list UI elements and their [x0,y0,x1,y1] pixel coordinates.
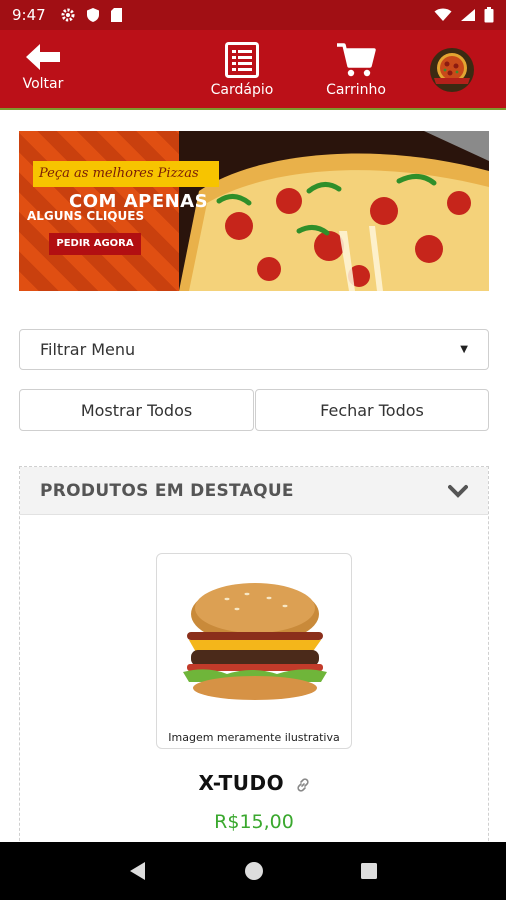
shopping-cart-icon [337,43,376,77]
link-icon [296,777,309,792]
order-now-button[interactable]: PEDIR AGORA [49,233,141,255]
promo-banner[interactable]: Peça as melhores Pizzas COM APENAS ALGUN… [19,131,489,291]
burger-image [183,583,327,700]
image-caption: Imagem meramente ilustrativa [168,731,340,744]
menu-list-icon [225,42,259,78]
filter-menu-value: Filtrar Menu [40,340,136,359]
battery-icon [484,7,494,23]
status-icons-left [60,7,123,23]
featured-products-title: PRODUTOS EM DESTAQUE [40,480,294,501]
filter-menu-select[interactable]: Filtrar Menu ▼ [19,329,489,370]
banner-tagline: ALGUNS CLIQUES [27,209,145,223]
pizzeria-logo [430,48,474,92]
recents-square-icon[interactable] [359,861,379,881]
dropdown-caret-icon: ▼ [460,344,468,355]
product-name[interactable]: X-TUDO [20,771,488,795]
menu-button[interactable]: Cardápio [208,42,276,98]
banner-headline: Peça as melhores Pizzas [33,161,219,187]
arrow-left-icon [26,44,60,70]
cart-button[interactable]: Carrinho [326,42,386,98]
settings-icon [61,8,75,22]
chevron-down-icon[interactable] [448,484,468,498]
status-bar: 9:47 [0,0,506,30]
close-all-button[interactable]: Fechar Todos [255,389,489,431]
app-header: Voltar Cardápio Carrinho [0,30,506,110]
signal-icon [461,9,475,21]
back-triangle-icon[interactable] [127,860,149,882]
product-price: R$15,00 [214,811,294,833]
home-circle-icon[interactable] [243,860,265,882]
pizza-illustration [179,131,489,291]
system-navigation-bar [0,842,506,900]
shield-icon [86,8,99,22]
menu-label: Cardápio [210,82,274,98]
featured-products-header[interactable]: PRODUTOS EM DESTAQUE [20,467,488,515]
featured-products-panel: PRODUTOS EM DESTAQUE Imagem meramente il… [19,466,489,866]
status-time: 9:47 [12,6,46,24]
cart-label: Carrinho [326,82,386,98]
wifi-icon [434,8,452,21]
product-image-card[interactable]: Imagem meramente ilustrativa [156,553,352,749]
show-all-button[interactable]: Mostrar Todos [19,389,254,431]
product-name-text: X-TUDO [198,771,285,795]
back-label: Voltar [22,76,64,92]
back-button[interactable]: Voltar [18,42,68,92]
status-icons-right [434,7,494,23]
sd-card-icon [110,8,122,22]
